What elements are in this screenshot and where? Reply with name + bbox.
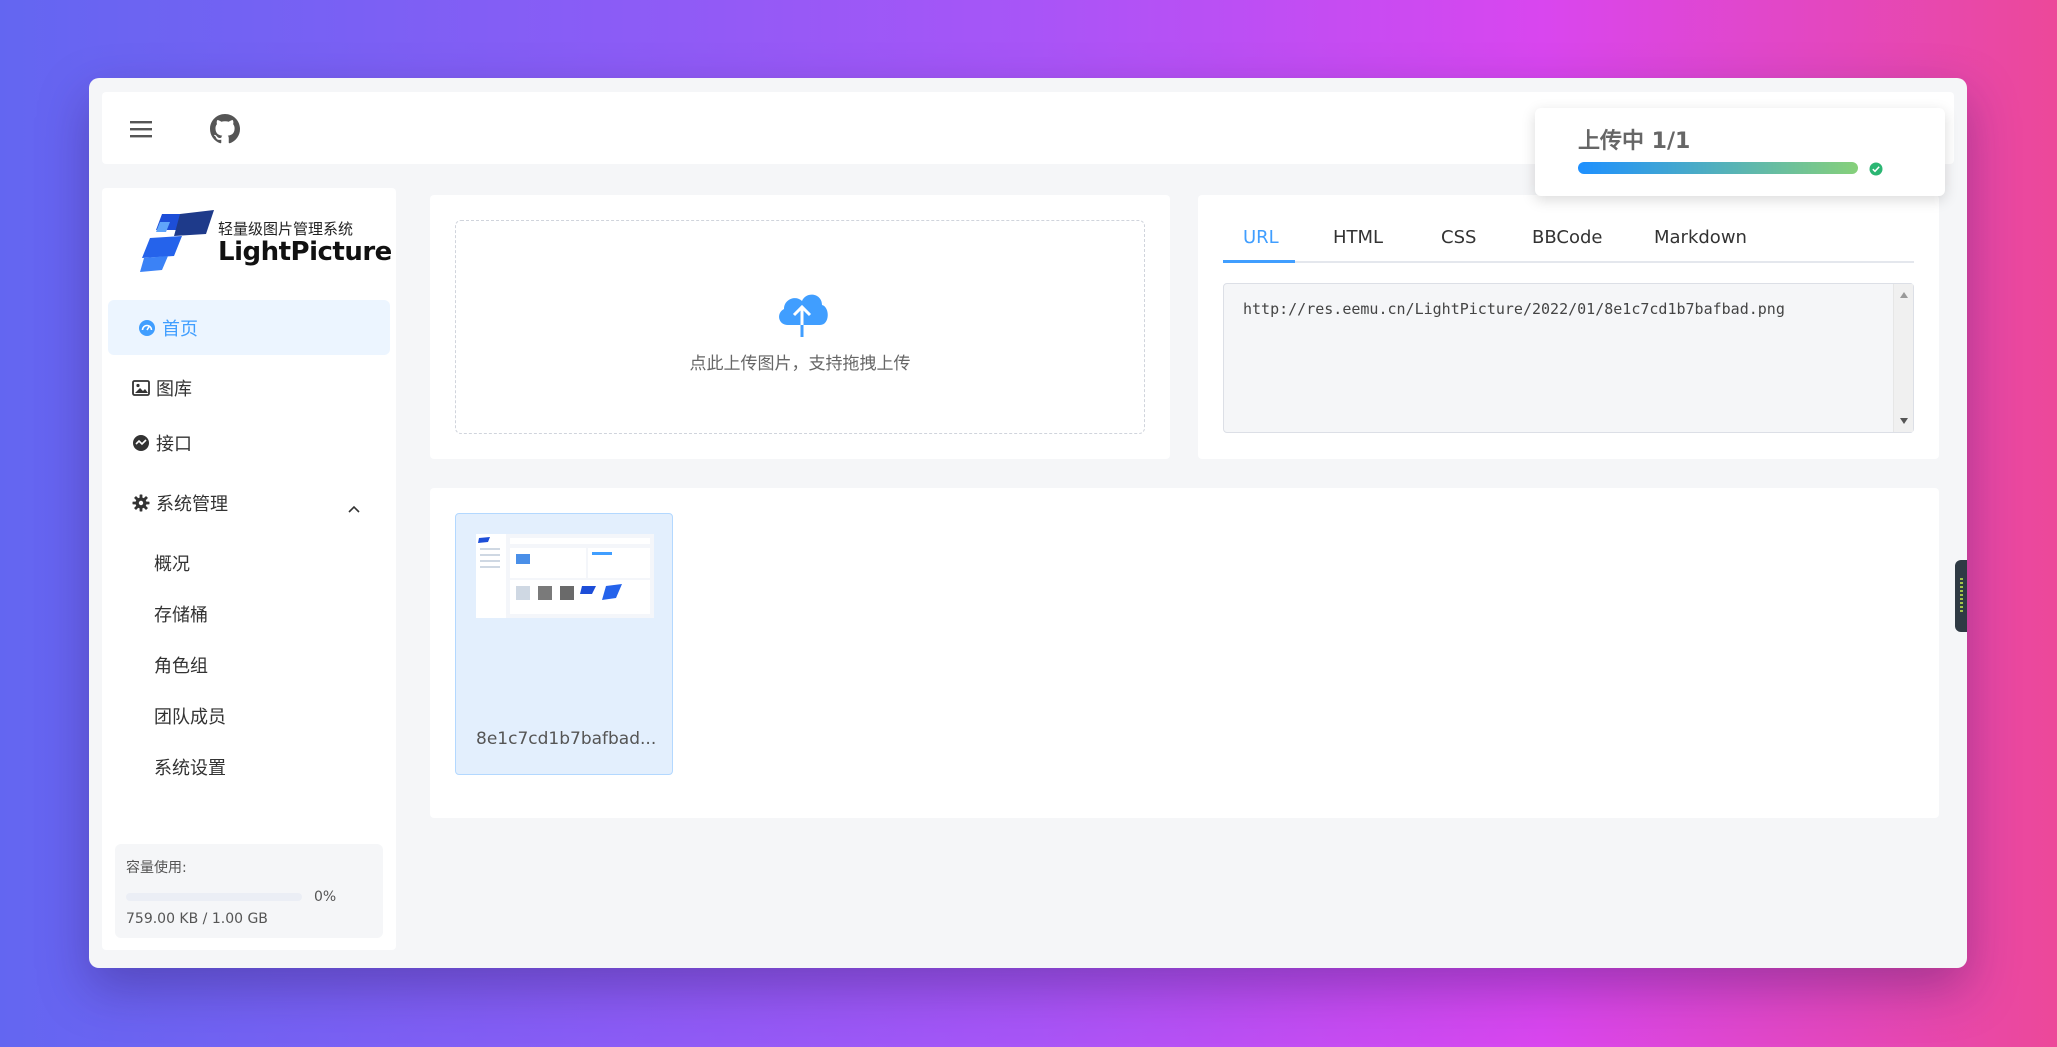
upload-progress-bar [1578, 162, 1858, 174]
quota-size: 759.00 KB / 1.00 GB [126, 911, 268, 927]
chevron-up-icon [348, 497, 360, 518]
sidebar-item-api[interactable]: 接口 [108, 415, 390, 470]
scrollbar[interactable] [1893, 284, 1913, 432]
sidebar-item-label: 接口 [156, 433, 192, 455]
link-output-textarea[interactable]: http://res.eemu.cn/LightPicture/2022/01/… [1223, 283, 1914, 433]
tab-bbcode[interactable]: BBCode [1532, 227, 1602, 263]
uploaded-image-item[interactable]: 8e1c7cd1b7bafbad.... [455, 513, 673, 775]
side-drawer-handle[interactable] [1955, 560, 1967, 632]
link-card: URL HTML CSS BBCode Markdown http://res.… [1198, 195, 1939, 459]
upload-progress-title: 上传中 1/1 [1578, 129, 1691, 154]
storage-quota: 容量使用: 0% 759.00 KB / 1.00 GB [115, 844, 383, 938]
picture-icon [132, 379, 150, 397]
quota-label: 容量使用: [126, 860, 187, 876]
sidebar-item-label: 系统管理 [156, 493, 228, 515]
logo-name: LightPicture [218, 237, 392, 267]
upload-card: 点此上传图片，支持拖拽上传 [430, 195, 1170, 459]
upload-progress-notification: 上传中 1/1 [1535, 108, 1945, 196]
tab-html[interactable]: HTML [1333, 227, 1383, 263]
sidebar-item-home[interactable]: 首页 [108, 300, 390, 355]
tab-markdown[interactable]: Markdown [1654, 227, 1747, 263]
api-icon [132, 434, 150, 452]
logo: 轻量级图片管理系统 LightPicture [140, 210, 392, 272]
dashboard-icon [138, 319, 156, 337]
gear-icon [132, 494, 150, 512]
sidebar-subitem-roles[interactable]: 角色组 [154, 652, 208, 678]
quota-percent: 0% [314, 889, 337, 905]
sidebar-subitem-settings[interactable]: 系统设置 [154, 754, 226, 780]
link-value[interactable]: http://res.eemu.cn/LightPicture/2022/01/… [1243, 300, 1785, 318]
sidebar-subitem-members[interactable]: 团队成员 [154, 703, 226, 729]
logo-mark-icon [140, 210, 214, 272]
thumbnail-image [476, 534, 654, 618]
uploaded-list-card: 8e1c7cd1b7bafbad.... [430, 488, 1939, 818]
tab-css[interactable]: CSS [1441, 227, 1476, 263]
quota-progress-bar [126, 893, 302, 901]
logo-subtitle: 轻量级图片管理系统 [218, 220, 354, 238]
sidebar-item-label: 图库 [156, 378, 192, 400]
uploaded-image-name: 8e1c7cd1b7bafbad.... [476, 729, 658, 749]
menu-icon[interactable] [126, 114, 156, 144]
check-circle-icon [1869, 161, 1883, 180]
sidebar-subitem-buckets[interactable]: 存储桶 [154, 601, 208, 627]
sidebar-item-system[interactable]: 系统管理 [108, 475, 390, 530]
app-window: 轻量级图片管理系统 LightPicture 首页 图库 接口 系统管理 概况 … [89, 78, 1967, 968]
cloud-upload-icon [774, 289, 830, 341]
upload-hint: 点此上传图片，支持拖拽上传 [689, 354, 911, 374]
upload-dropzone[interactable]: 点此上传图片，支持拖拽上传 [455, 220, 1145, 434]
github-icon[interactable] [210, 114, 240, 144]
sidebar-subitem-overview[interactable]: 概况 [154, 550, 190, 576]
tab-url[interactable]: URL [1243, 227, 1279, 263]
link-format-tabs: URL HTML CSS BBCode Markdown [1223, 227, 1914, 263]
sidebar-item-label: 首页 [162, 318, 198, 340]
tab-active-indicator [1223, 260, 1295, 263]
sidebar-item-gallery[interactable]: 图库 [108, 360, 390, 415]
sidebar: 轻量级图片管理系统 LightPicture 首页 图库 接口 系统管理 概况 … [102, 188, 396, 950]
